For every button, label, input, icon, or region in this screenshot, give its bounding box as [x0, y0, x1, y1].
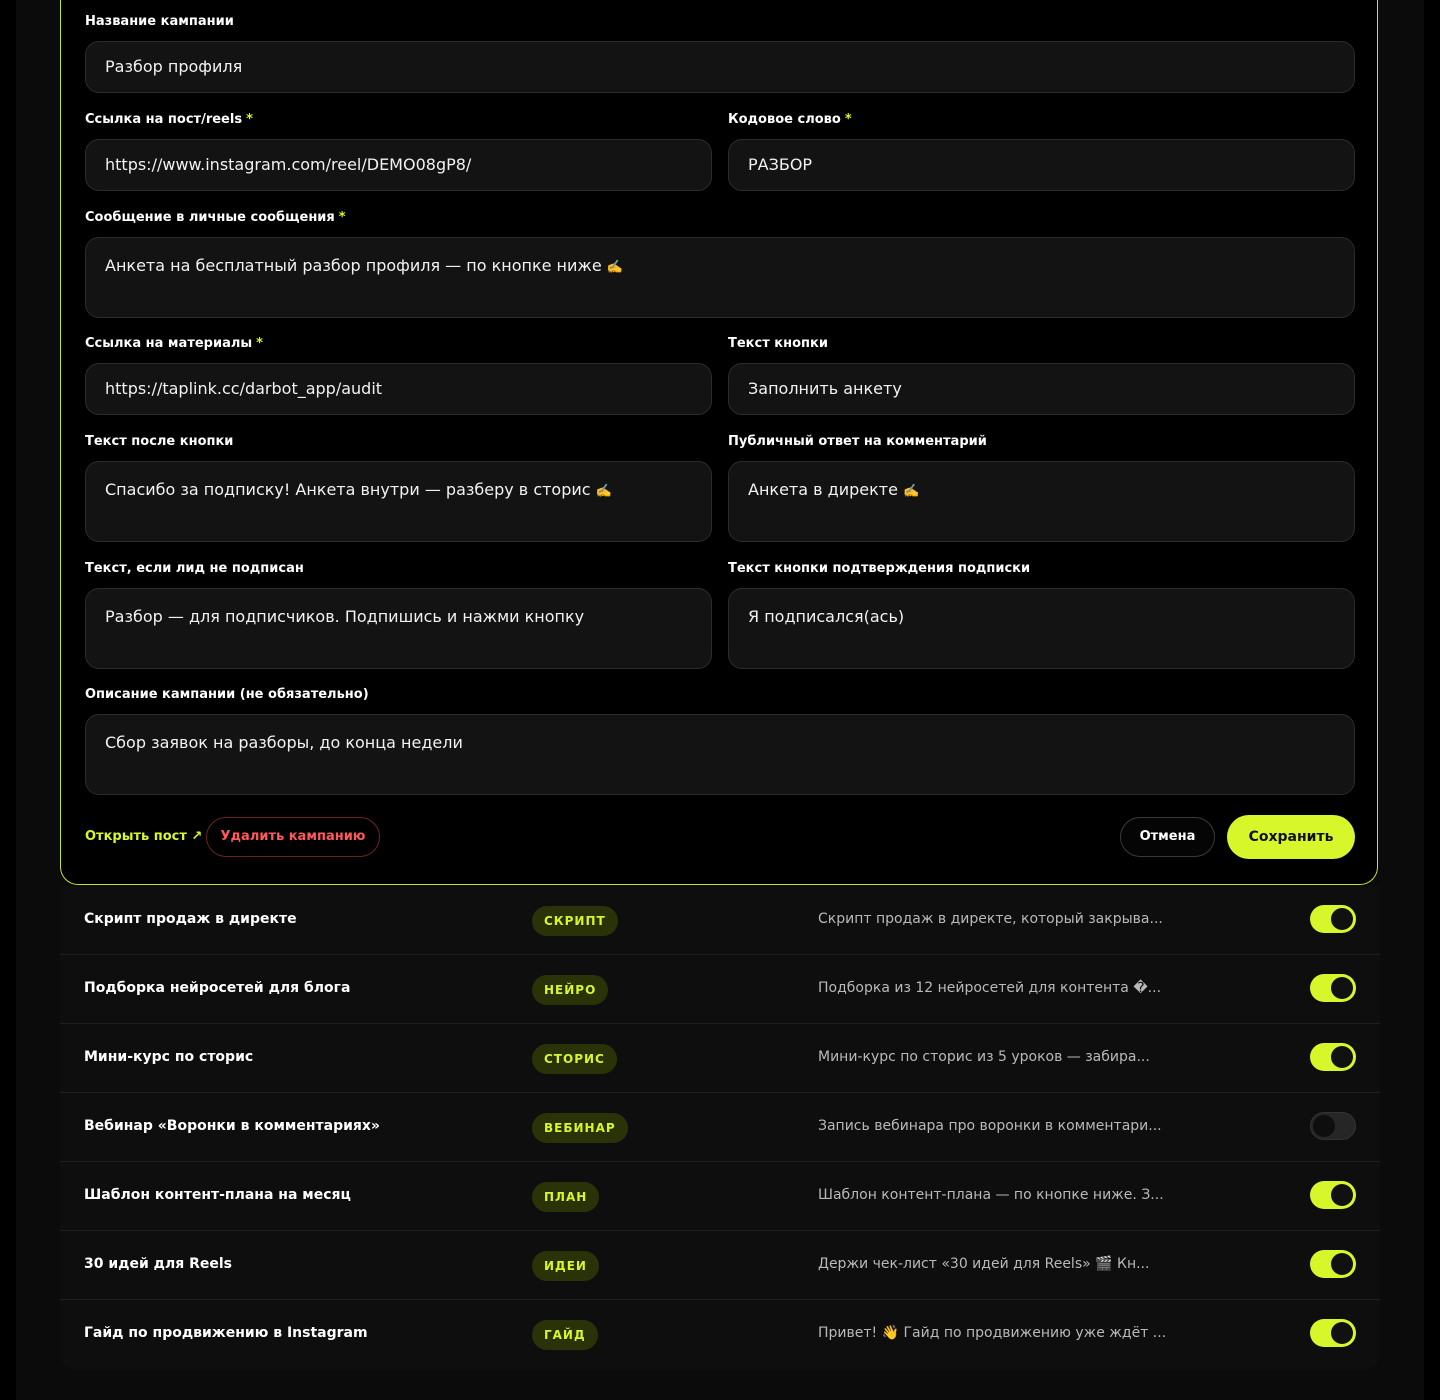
campaign-description: Шаблон контент-плана — по кнопке ниже. З…: [818, 1187, 1164, 1203]
materials-link-input[interactable]: https://taplink.cc/darbot_app/audit: [85, 363, 712, 415]
toggle-knob: [1331, 1253, 1353, 1275]
required-mark: *: [246, 112, 253, 127]
toggle-knob: [1331, 1184, 1353, 1206]
campaign-toggle[interactable]: [1310, 1250, 1356, 1278]
after-button-text-label: Текст после кнопки: [85, 434, 234, 449]
public-reply-textarea[interactable]: Анкета в директе ✍️: [728, 461, 1355, 542]
campaign-toggle[interactable]: [1310, 1112, 1356, 1140]
save-button[interactable]: Сохранить: [1227, 815, 1355, 859]
writing-hand-emoji: ✍️: [606, 260, 623, 275]
campaign-row[interactable]: 30 идей для Reels ИДЕИ Держи чек-лист «3…: [60, 1231, 1380, 1300]
campaign-title: Мини-курс по сторис: [84, 1049, 254, 1065]
campaign-row[interactable]: Мини-курс по сторис СТОРИС Мини-курс по …: [60, 1024, 1380, 1093]
campaign-title: Шаблон контент-плана на месяц: [84, 1187, 351, 1203]
campaign-row[interactable]: Шаблон контент-плана на месяц ПЛАН Шабло…: [60, 1162, 1380, 1231]
toggle-knob: [1331, 1322, 1353, 1344]
campaign-toggle[interactable]: [1310, 1319, 1356, 1347]
campaign-toggle[interactable]: [1310, 974, 1356, 1002]
public-reply-label: Публичный ответ на комментарий: [728, 434, 987, 449]
post-link-label: Ссылка на пост/reels *: [85, 112, 253, 127]
toggle-knob: [1331, 1046, 1353, 1068]
campaign-title: Скрипт продаж в директе: [84, 911, 297, 927]
writing-hand-emoji: ✍️: [903, 484, 920, 499]
campaign-row[interactable]: Скрипт продаж в директе СКРИПТ Скрипт пр…: [60, 886, 1380, 955]
toggle-knob: [1313, 1115, 1335, 1137]
materials-link-label: Ссылка на материалы *: [85, 336, 263, 351]
post-link-input[interactable]: https://www.instagram.com/reel/DEMO08gP8…: [85, 139, 712, 191]
campaign-name-input[interactable]: Разбор профиля: [85, 41, 1355, 93]
after-button-text-textarea[interactable]: Спасибо за подписку! Анкета внутри — раз…: [85, 461, 712, 542]
required-mark: *: [844, 112, 852, 127]
campaign-row[interactable]: Вебинар «Воронки в комментариях» ВЕБИНАР…: [60, 1093, 1380, 1162]
campaign-tag-badge: ВЕБИНАР: [532, 1113, 628, 1143]
campaign-list: Скрипт продаж в директе СКРИПТ Скрипт пр…: [60, 886, 1380, 1370]
campaign-tag-badge: ГАЙД: [532, 1320, 598, 1350]
writing-hand-emoji: ✍️: [595, 484, 612, 499]
not-subscribed-text-label: Текст, если лид не подписан: [85, 561, 304, 576]
toggle-knob: [1331, 977, 1353, 999]
description-textarea[interactable]: Сбор заявок на разборы, до конца недели: [85, 714, 1355, 795]
not-subscribed-text-textarea[interactable]: Разбор — для подписчиков. Подпишись и на…: [85, 588, 712, 669]
campaign-description: Подборка из 12 нейросетей для контента �…: [818, 980, 1162, 996]
campaign-description: Держи чек-лист «30 идей для Reels» 🎬 Кн.…: [818, 1256, 1150, 1272]
cancel-button[interactable]: Отмена: [1120, 817, 1215, 857]
campaign-tag-badge: СКРИПТ: [532, 906, 618, 936]
campaign-title: Гайд по продвижению в Instagram: [84, 1325, 368, 1341]
campaign-title: Подборка нейросетей для блога: [84, 980, 351, 996]
confirm-button-text-label: Текст кнопки подтверждения подписки: [728, 561, 1031, 576]
campaign-toggle[interactable]: [1310, 1181, 1356, 1209]
delete-campaign-button[interactable]: Удалить кампанию: [206, 817, 380, 857]
campaign-tag-badge: СТОРИС: [532, 1044, 617, 1074]
button-text-label: Текст кнопки: [728, 336, 828, 351]
code-word-input[interactable]: РАЗБОР: [728, 139, 1355, 191]
campaign-description: Мини-курс по сторис из 5 уроков — забира…: [818, 1049, 1150, 1065]
campaign-toggle[interactable]: [1310, 905, 1356, 933]
campaign-description: Скрипт продаж в директе, который закрыва…: [818, 911, 1163, 927]
dm-message-label: Сообщение в личные сообщения *: [85, 210, 346, 225]
campaign-row[interactable]: Гайд по продвижению в Instagram ГАЙД При…: [60, 1300, 1380, 1369]
dm-message-textarea[interactable]: Анкета на бесплатный разбор профиля — по…: [85, 237, 1355, 318]
open-post-link[interactable]: Открыть пост ↗: [85, 829, 202, 844]
campaign-description: Привет! 👋 Гайд по продвижению уже ждёт .…: [818, 1325, 1167, 1341]
campaign-description: Запись вебинара про воронки в комментари…: [818, 1118, 1162, 1134]
required-mark: *: [256, 336, 263, 351]
campaign-toggle[interactable]: [1310, 1043, 1356, 1071]
description-label: Описание кампании (не обязательно): [85, 687, 369, 702]
toggle-knob: [1331, 908, 1353, 930]
required-mark: *: [338, 210, 346, 225]
code-word-label: Кодовое слово *: [728, 112, 852, 127]
confirm-button-text-textarea[interactable]: Я подписался(ась): [728, 588, 1355, 669]
campaign-tag-badge: ПЛАН: [532, 1182, 600, 1212]
campaign-tag-badge: НЕЙРО: [532, 975, 609, 1005]
button-text-input[interactable]: Заполнить анкету: [728, 363, 1355, 415]
campaign-name-label: Название кампании: [85, 14, 234, 29]
campaign-row[interactable]: Подборка нейросетей для блога НЕЙРО Подб…: [60, 955, 1380, 1024]
campaign-title: Вебинар «Воронки в комментариях»: [84, 1118, 380, 1134]
campaign-tag-badge: ИДЕИ: [532, 1251, 599, 1281]
campaign-title: 30 идей для Reels: [84, 1256, 232, 1272]
